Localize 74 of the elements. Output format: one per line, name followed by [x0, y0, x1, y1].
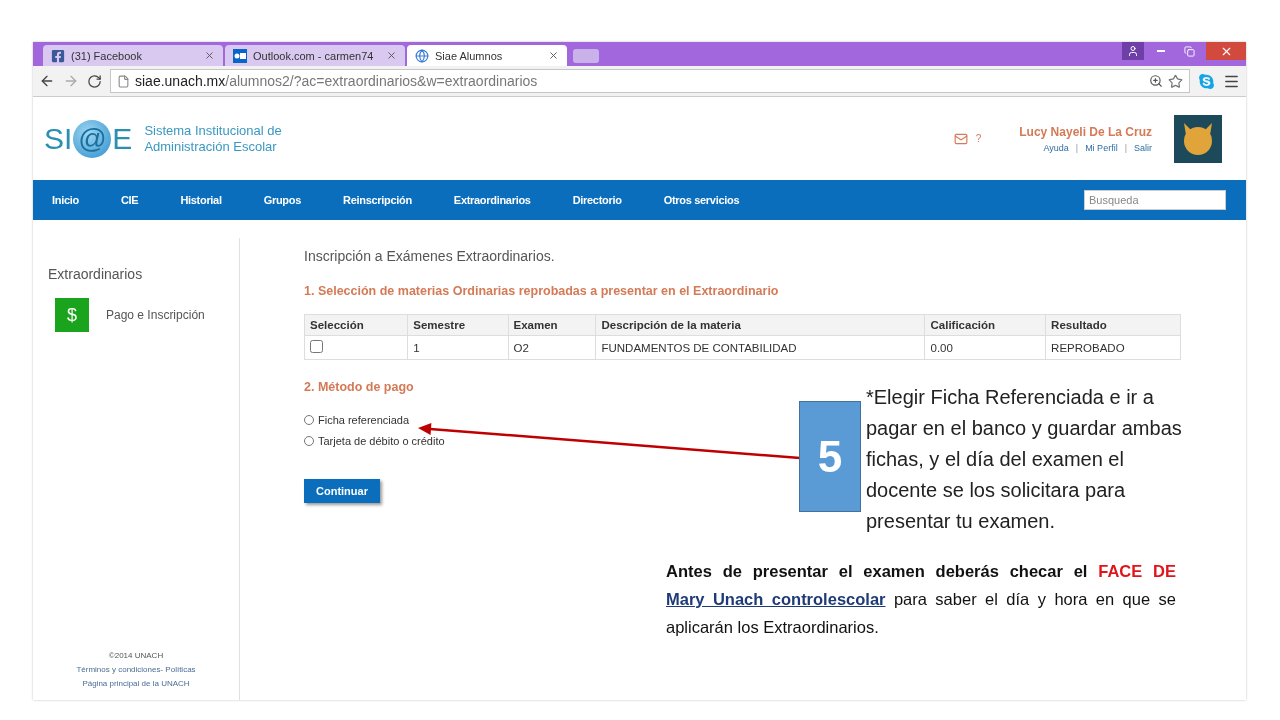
nav-item[interactable]: Directorio	[572, 194, 622, 206]
address-bar[interactable]: siae.unach.mx/alumnos2/?ac=extraordinarios&w=extraordinarios	[110, 69, 1190, 93]
skype-icon[interactable]	[1198, 72, 1215, 90]
column-header: Semestre	[407, 314, 508, 336]
back-icon[interactable]	[39, 73, 55, 89]
globe-icon	[415, 48, 429, 63]
nav-item[interactable]: Reinscripción	[343, 194, 412, 206]
nav-item[interactable]: Extraordinarios	[453, 194, 531, 206]
radio-button[interactable]	[304, 415, 314, 425]
column-header: Selección	[304, 314, 408, 336]
nav-item[interactable]: Otros servicios	[663, 194, 740, 206]
separator: |	[1124, 142, 1127, 153]
user-link[interactable]: Ayuda	[1043, 142, 1069, 153]
table-cell: 1	[407, 335, 508, 360]
section-heading: 2. Método de pago	[304, 380, 414, 394]
user-icon	[1127, 45, 1139, 57]
column-header: Calificación	[925, 314, 1046, 336]
user-name: Lucy Nayeli De La Cruz	[1019, 124, 1152, 139]
url-path: /alumnos2/?ac=extraordinarios&w=extraordinarios	[225, 73, 538, 89]
restore-icon	[1183, 45, 1195, 57]
site-title: Administración Escolar	[144, 138, 278, 155]
footer-link[interactable]: Página principal de la UNACH	[82, 679, 190, 688]
browser-tab[interactable]: Outlook.com - carmen74	[225, 45, 405, 66]
page-icon	[117, 74, 130, 88]
browser-tab[interactable]: Siae Alumnos	[407, 45, 567, 66]
mail-icon[interactable]	[953, 131, 968, 146]
step-number: 5	[799, 401, 861, 512]
facebook-page-link[interactable]: Mary Unach controlescolar	[666, 590, 886, 608]
mail-app-icon	[233, 48, 247, 63]
minimize-icon	[1157, 50, 1165, 52]
reload-icon[interactable]	[87, 73, 102, 89]
help-link[interactable]: ?	[975, 133, 982, 144]
avatar	[1174, 114, 1222, 163]
sidebar-title: Extraordinarios	[48, 266, 144, 282]
search-field[interactable]: Busqueda	[1084, 190, 1226, 210]
sidebar-item[interactable]: Pago e Inscripción	[106, 308, 205, 322]
site-title: Sistema Institucional de	[144, 122, 282, 139]
dollar-icon[interactable]: $	[55, 298, 89, 332]
table-cell: O2	[508, 335, 596, 360]
table-cell: FUNDAMENTOS DE CONTABILIDAD	[596, 335, 925, 360]
radio-label[interactable]: Tarjeta de débito o crédito	[318, 435, 445, 447]
logo-mark: @	[73, 119, 112, 158]
logo-text: E	[112, 121, 133, 156]
radio-label[interactable]: Ficha referenciada	[318, 414, 410, 426]
close-icon[interactable]	[386, 50, 397, 61]
user-link[interactable]: Mi Perfil	[1085, 142, 1118, 153]
url-host: siae.unach.mx	[135, 73, 226, 89]
continue-button[interactable]: Continuar	[304, 479, 380, 503]
copyright: ©2014 UNACH	[108, 651, 164, 660]
close-icon[interactable]	[204, 50, 215, 61]
star-icon[interactable]	[1168, 73, 1183, 89]
nav-item[interactable]: Inicio	[52, 194, 79, 206]
nav-item[interactable]: Grupos	[263, 194, 301, 206]
nav-item[interactable]: CIE	[120, 194, 139, 206]
column-header: Descripción de la materia	[596, 314, 925, 336]
table-cell: REPROBADO	[1045, 335, 1181, 360]
zoom-icon[interactable]	[1149, 74, 1163, 88]
close-icon[interactable]	[548, 50, 559, 61]
close-button[interactable]	[1206, 42, 1246, 60]
logo-text: SI	[44, 121, 73, 156]
column-header: Resultado	[1045, 314, 1181, 336]
separator: |	[1075, 142, 1079, 153]
row-checkbox[interactable]	[310, 340, 323, 353]
footer-link[interactable]: Términos y condiciones- Políticas	[76, 665, 196, 674]
profile-button[interactable]	[1122, 42, 1144, 60]
column-header: Examen	[508, 314, 596, 336]
page-title: Inscripción a Exámenes Extraordinarios.	[304, 248, 555, 264]
section-heading: 1. Selección de materias Ordinarias reprobadas a presentar en el Extraordinario	[304, 284, 779, 298]
user-link[interactable]: Salir	[1134, 142, 1152, 153]
nav-item[interactable]: Historial	[180, 194, 222, 206]
table-cell: 0.00	[925, 335, 1046, 360]
radio-button[interactable]	[304, 436, 314, 446]
browser-tab[interactable]: (31) Facebook	[43, 45, 223, 66]
facebook-icon	[51, 48, 65, 63]
